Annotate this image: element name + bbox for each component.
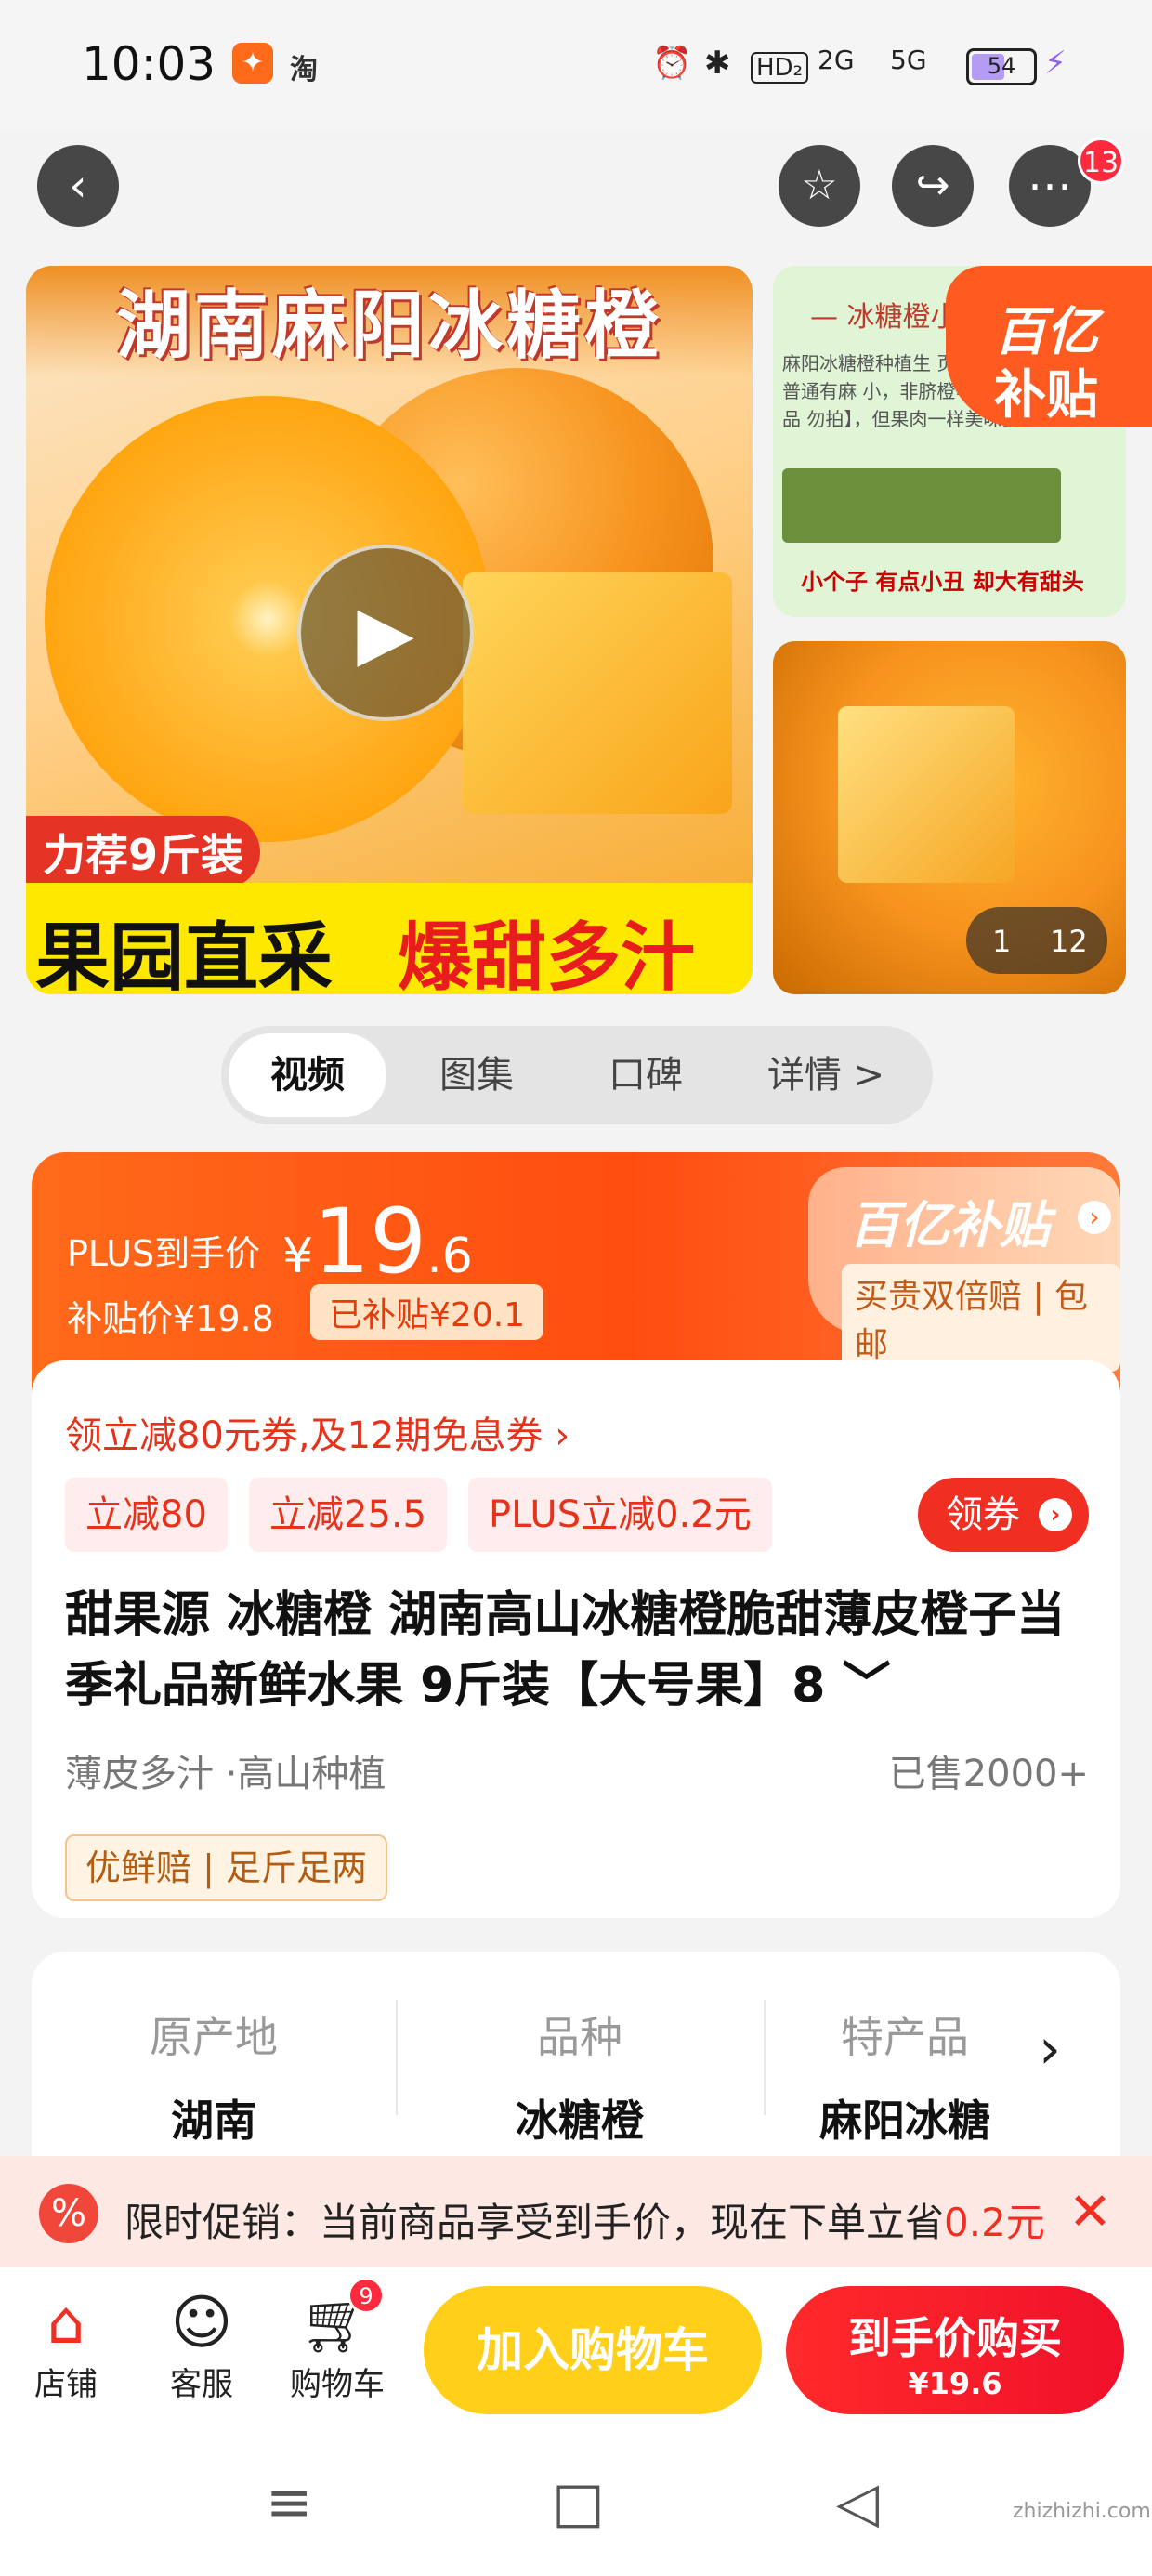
discount-chip: 立减80 bbox=[65, 1478, 228, 1552]
signal-5g-icon: 5G bbox=[890, 45, 927, 75]
tab-video[interactable]: 视频 bbox=[229, 1033, 386, 1117]
image-banner: 果园直采 爆甜多汁 bbox=[26, 883, 753, 994]
chevron-right-icon[interactable]: › bbox=[1039, 2017, 1061, 2082]
orange-cube-image bbox=[463, 572, 732, 814]
tab-details[interactable]: 详情 > bbox=[738, 1026, 914, 1124]
discount-chip: 立减25.5 bbox=[249, 1478, 448, 1552]
app-notification-icon: ✦ bbox=[232, 43, 273, 84]
bluetooth-icon: ✱ bbox=[704, 45, 731, 82]
tab-gallery[interactable]: 图集 bbox=[398, 1026, 556, 1124]
plus-price-label: PLUS到手价 bbox=[67, 1233, 261, 1274]
thumb-title: — 冰糖橙小 bbox=[810, 301, 959, 334]
image-counter: 1 12 bbox=[966, 907, 1107, 974]
menu-icon[interactable]: ≡ bbox=[266, 2470, 312, 2535]
promo-text: 限时促销：当前商品享受到手价，现在下单立省0.2元 bbox=[124, 2200, 1045, 2245]
sold-count: 已售2000+ bbox=[888, 1753, 1089, 1795]
guarantee-text: 买贵双倍赔 | 包邮 bbox=[842, 1264, 1120, 1372]
close-icon[interactable]: ✕ bbox=[1068, 2182, 1112, 2242]
attributes-card[interactable]: 原产地 湖南 品种 冰糖橙 特产品 麻阳冰糖 › bbox=[32, 1952, 1120, 2156]
price-section: PLUS到手价 ¥19.6 补贴价¥19.8 已补贴¥20.1 百亿补贴 › 买… bbox=[32, 1152, 1120, 1394]
tab-reviews[interactable]: 口碑 bbox=[567, 1026, 725, 1124]
bottom-action-bar: ⌂ 店铺 ☺ 客服 🛒︎ 购物车 9 加入购物车 到手价购买 ¥19.6 bbox=[0, 2267, 1152, 2433]
buy-now-button[interactable]: 到手价购买 ¥19.6 bbox=[786, 2286, 1124, 2414]
system-nav-bar: ≡ □ ◁ bbox=[0, 2433, 1152, 2576]
product-info-card: 领立减80元券,及12期免息券 › 立减80 立减25.5 PLUS立减0.2元… bbox=[32, 1360, 1120, 1918]
clock: 10:03 bbox=[82, 37, 216, 91]
back-button[interactable]: ‹ bbox=[37, 145, 119, 227]
play-video-button[interactable]: ▶ bbox=[297, 545, 474, 721]
battery-icon: 54 bbox=[966, 48, 1037, 85]
product-title[interactable]: 甜果源 冰糖橙 湖南高山冰糖橙脆甜薄皮橙子当季礼品新鲜水果 9斤装【大号果】8 … bbox=[65, 1580, 1096, 1721]
subsidy-badge: 已补贴¥20.1 bbox=[310, 1284, 544, 1340]
customer-service-button[interactable]: ☺ 客服 bbox=[151, 2288, 253, 2404]
plus-price: ¥19.6 bbox=[282, 1189, 473, 1294]
back-nav-icon[interactable]: ◁ bbox=[836, 2470, 879, 2535]
subsidy-info[interactable]: 百亿补贴 › 买贵双倍赔 | 包邮 bbox=[808, 1167, 1120, 1372]
orange-cube-image bbox=[838, 706, 1015, 883]
attribute-origin: 原产地 湖南 bbox=[150, 2012, 278, 2146]
image-title: 湖南麻阳冰糖橙 bbox=[26, 266, 753, 377]
attribute-variety: 品种 冰糖橙 bbox=[516, 2012, 644, 2146]
hd-icon: HD₂ bbox=[751, 52, 808, 84]
chevron-right-icon: › bbox=[1078, 1201, 1111, 1234]
more-badge: 13 bbox=[1078, 138, 1124, 184]
home-icon[interactable]: □ bbox=[552, 2470, 605, 2535]
thumb-caption: 小个子 有点小丑 却大有甜头 bbox=[801, 569, 1084, 595]
favorite-button[interactable]: ☆ bbox=[779, 145, 860, 227]
subsidy-price: 补贴价¥19.8 bbox=[67, 1298, 274, 1339]
banner-right-text: 爆甜多汁 bbox=[398, 914, 695, 994]
get-coupon-button[interactable]: 领券 › bbox=[918, 1478, 1089, 1552]
chat-icon: ☺ bbox=[170, 2289, 233, 2358]
add-to-cart-button[interactable]: 加入购物车 bbox=[424, 2286, 762, 2414]
attribute-specialty: 特产品 麻阳冰糖 bbox=[819, 2012, 990, 2146]
banner-left-text: 果园直采 bbox=[35, 914, 333, 994]
promo-bar[interactable]: % 限时促销：当前商品享受到手价，现在下单立省0.2元 ✕ bbox=[0, 2156, 1152, 2267]
image-tag: 力荐9斤装 bbox=[26, 816, 261, 888]
status-bar: 10:03 ✦ 淘 ⏰ ✱ HD₂ 2G 5G 54 ⚡ bbox=[0, 0, 1152, 130]
cart-badge: 9 bbox=[347, 2277, 385, 2314]
product-features: 薄皮多汁 ·高山种植 bbox=[65, 1753, 386, 1795]
shop-button[interactable]: ⌂ 店铺 bbox=[15, 2288, 117, 2404]
coupon-link[interactable]: 领立减80元券,及12期免息券 › bbox=[65, 1405, 569, 1459]
service-badges[interactable]: 优鲜赔 | 足斤足两 bbox=[65, 1834, 387, 1901]
main-product-image[interactable]: 湖南麻阳冰糖橙 ▶ 力荐9斤装 果园直采 爆甜多汁 bbox=[26, 266, 753, 994]
watermark: zhizhizhi.com bbox=[1013, 2500, 1151, 2523]
taobao-notification-icon: 淘 bbox=[290, 54, 318, 86]
percent-icon: % bbox=[39, 2184, 98, 2243]
share-button[interactable]: ↪ bbox=[892, 145, 974, 227]
alarm-icon: ⏰ bbox=[652, 45, 692, 82]
media-tabs: 视频 图集 口碑 详情 > bbox=[221, 1026, 933, 1124]
charging-icon: ⚡ bbox=[1044, 45, 1067, 82]
thumb-fruit-row bbox=[782, 468, 1061, 543]
subsidy-brand: 百亿补贴 bbox=[849, 1196, 1050, 1255]
shop-icon: ⌂ bbox=[46, 2289, 85, 2358]
chevron-right-icon: › bbox=[1039, 1498, 1072, 1531]
discount-chip: PLUS立减0.2元 bbox=[468, 1478, 772, 1552]
subsidy-logo: 百亿 补贴 bbox=[946, 266, 1152, 427]
signal-2g-icon: 2G bbox=[818, 45, 855, 75]
